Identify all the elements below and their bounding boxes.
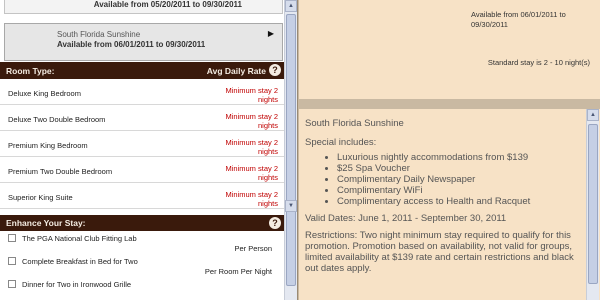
room-row[interactable]: Superior King Suite Minimum stay 2 nights [0, 183, 284, 209]
scroll-up-button[interactable]: ▲ [285, 0, 297, 12]
list-item: $25 Spa Voucher [337, 163, 583, 174]
extra-item: The PGA National Club Fitting Lab Per Pe… [0, 231, 284, 254]
room-name: Deluxe King Bedroom [8, 89, 81, 98]
room-name: Deluxe Two Double Bedroom [8, 115, 106, 124]
package-item-south-florida-sunshine[interactable]: South Florida Sunshine Available from 06… [4, 23, 283, 61]
room-row[interactable]: Premium King Bedroom Minimum stay 2 night… [0, 131, 284, 157]
help-icon[interactable]: ? [269, 64, 281, 76]
list-item: Complimentary WiFi [337, 185, 583, 196]
list-item: Luxurious nightly accommodations from $1… [337, 152, 583, 163]
scroll-thumb[interactable] [588, 124, 598, 284]
extra-name: Complete Breakfast in Bed for Two [22, 257, 138, 266]
package-name: South Florida Sunshine [57, 30, 141, 39]
min-stay-note: Minimum stay 2 nights [225, 112, 278, 130]
room-row[interactable]: Deluxe King Bedroom Minimum stay 2 nights [0, 79, 284, 105]
room-type-title: Room Type: [6, 66, 55, 76]
extra-name: The PGA National Club Fitting Lab [22, 234, 137, 243]
room-name: Superior King Suite [8, 193, 73, 202]
min-stay-note: Minimum stay 2 nights [225, 138, 278, 156]
package-selection-pane: Available from 05/20/2011 to 09/30/2011 … [0, 0, 298, 300]
package-summary-card: Available from 06/01/2011 to 09/30/2011 … [299, 0, 600, 99]
enhance-stay-title: Enhance Your Stay: [6, 218, 86, 228]
extra-name: Dinner for Two in Ironwood Grille [22, 280, 132, 289]
standard-stay-note: Standard stay is 2 - 10 night(s) [487, 58, 590, 67]
includes-list: Luxurious nightly accommodations from $1… [337, 152, 583, 207]
extra-checkbox[interactable] [8, 280, 16, 288]
extra-item: Dinner for Two in Ironwood Grille [0, 277, 284, 300]
list-item: Complimentary Daily Newspaper [337, 174, 583, 185]
restrictions-text: Restrictions: Two night minimum stay req… [305, 230, 574, 274]
min-stay-note: Minimum stay 2 nights [225, 164, 278, 182]
details-scrollbar[interactable]: ▲ [586, 109, 599, 300]
arrow-right-icon: ▶ [267, 29, 274, 38]
enhance-stay-header: Enhance Your Stay: ? [0, 215, 284, 231]
room-name: Premium Two Double Bedroom [8, 167, 113, 176]
package-availability: Available from 06/01/2011 to 09/30/2011 [57, 40, 206, 49]
avg-daily-rate-label: Avg Daily Rate [206, 66, 266, 76]
scroll-thumb[interactable] [286, 14, 296, 286]
min-stay-note: Minimum stay 2 nights [225, 190, 278, 208]
special-includes-label: Special includes: [305, 137, 377, 148]
package-availability: Available from 06/01/2011 to 09/30/2011 [471, 10, 566, 29]
room-row[interactable]: Deluxe Two Double Bedroom Minimum stay 2… [0, 105, 284, 131]
help-icon[interactable]: ? [269, 217, 281, 229]
extras-list: The PGA National Club Fitting Lab Per Pe… [0, 231, 284, 300]
valid-dates: Valid Dates: June 1, 2011 - September 30… [305, 213, 507, 224]
extra-price-unit: Per Room Per Night [204, 267, 272, 276]
extra-checkbox[interactable] [8, 257, 16, 265]
package-item-previous[interactable]: Available from 05/20/2011 to 09/30/2011 [4, 0, 283, 14]
room-type-header: Room Type: Avg Daily Rate ? [0, 62, 284, 79]
package-details-card: South Florida Sunshine Special includes:… [299, 109, 600, 300]
scroll-up-button[interactable]: ▲ [587, 109, 599, 121]
room-list: Deluxe King Bedroom Minimum stay 2 nights… [0, 79, 284, 214]
room-name: Premium King Bedroom [8, 141, 88, 150]
min-stay-note: Minimum stay 2 nights [225, 86, 278, 104]
extra-checkbox[interactable] [8, 234, 16, 242]
package-title: South Florida Sunshine [305, 118, 404, 129]
scroll-down-button[interactable]: ▼ [285, 200, 297, 212]
left-scrollbar[interactable]: ▲ ▼ [284, 0, 297, 300]
extra-item: Complete Breakfast in Bed for Two Per Ro… [0, 254, 284, 277]
list-item: Complimentary access to Health and Racqu… [337, 196, 583, 207]
extra-price-unit: Per Person [234, 244, 272, 253]
package-availability: Available from 05/20/2011 to 09/30/2011 [93, 0, 242, 9]
room-row[interactable]: Premium Two Double Bedroom Minimum stay … [0, 157, 284, 183]
package-details-pane: Available from 06/01/2011 to 09/30/2011 … [299, 0, 600, 300]
